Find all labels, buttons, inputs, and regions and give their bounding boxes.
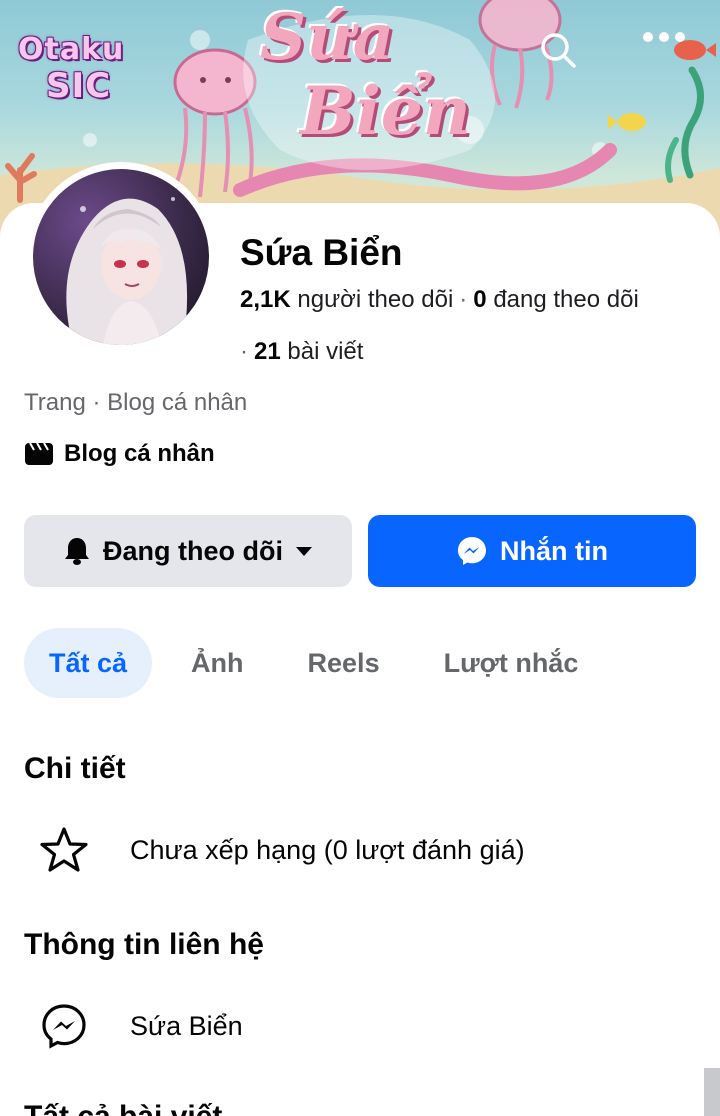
brand-logo-line2: SIC [46,66,112,106]
clapperboard-icon [25,442,53,465]
following-button-label: Đang theo dõi [103,535,283,566]
more-icon [643,32,685,42]
blog-label: Blog cá nhân [64,440,215,467]
contact-heading: Thông tin liên hệ [24,928,264,961]
search-icon [541,33,576,68]
action-buttons: Đang theo dõi Nhắn tin [24,515,696,587]
following-button[interactable]: Đang theo dõi [24,515,352,587]
followers-label: người theo dõi [297,286,454,313]
tab-all[interactable]: Tất cả [24,628,153,698]
following-count: 0 [473,286,487,313]
all-posts-heading: Tất cả bài viết [24,1100,222,1116]
rating-text: Chưa xếp hạng (0 lượt đánh giá) [130,834,525,865]
message-button[interactable]: Nhắn tin [368,515,696,587]
messenger-icon [458,537,486,565]
bell-icon [65,538,89,565]
cover-title-line2: Biển [300,72,471,150]
more-button[interactable] [640,30,700,76]
tab-mentions[interactable]: Lượt nhắc [419,628,604,698]
posts-label: bài viết [287,338,364,365]
tab-photos[interactable]: Ảnh [166,628,268,698]
brand-logo: Otaku SIC [16,32,150,112]
messenger-outline-icon [42,1004,86,1049]
profile-avatar[interactable] [26,162,216,352]
follower-stats[interactable]: 2,1K người theo dõi · 0 đang theo dõi [240,286,639,314]
page-category: Trang · Blog cá nhân [24,389,248,416]
followers-count: 2,1K [240,286,291,313]
posts-count: 21 [254,338,281,365]
star-icon [40,827,88,872]
following-label: đang theo dõi [493,286,639,313]
details-heading: Chi tiết [24,752,126,785]
post-stats: · 21 bài viết [240,338,364,365]
caret-down-icon [295,547,312,556]
page-name: Sứa Biển [240,232,403,273]
messenger-contact-name: Sứa Biển [130,1010,243,1041]
messenger-contact-row[interactable]: Sứa Biển [38,1000,243,1052]
scrollbar[interactable] [704,1068,720,1116]
search-button[interactable] [538,30,584,76]
brand-logo-line1: Otaku [18,32,125,67]
message-button-label: Nhắn tin [500,535,608,566]
avatar-image [33,169,209,345]
cover-title-line1: Sứa [260,0,395,75]
rating-row[interactable]: Chưa xếp hạng (0 lượt đánh giá) [38,824,525,876]
tab-reels[interactable]: Reels [283,628,405,698]
blog-category-row: Blog cá nhân [24,440,215,468]
profile-tabs: Tất cả Ảnh Reels Lượt nhắc [24,628,617,698]
